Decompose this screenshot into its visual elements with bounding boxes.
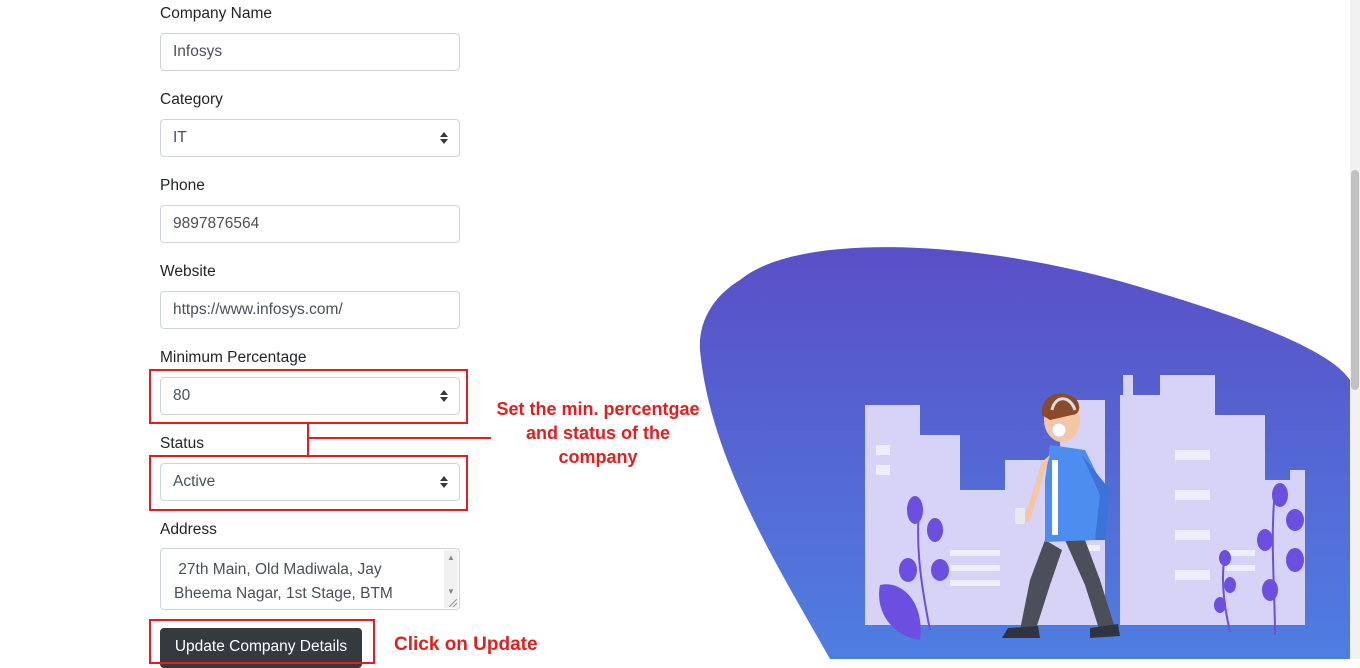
website-input[interactable]: https://www.infosys.com/ <box>160 291 460 329</box>
page-scrollbar-thumb[interactable] <box>1351 170 1359 390</box>
resize-grip-icon[interactable] <box>449 599 457 607</box>
annotation-box-status <box>149 455 468 511</box>
walking-man-city-illustration <box>699 247 1350 659</box>
company-name-value: Infosys <box>173 43 223 60</box>
phone-label: Phone <box>160 177 205 194</box>
annotation-box-percentage <box>149 369 468 424</box>
company-name-input[interactable]: Infosys <box>160 33 460 71</box>
scroll-down-icon: ▼ <box>447 587 455 596</box>
category-select[interactable]: IT <box>160 119 460 157</box>
scroll-up-icon: ▲ <box>447 553 455 562</box>
website-value: https://www.infosys.com/ <box>173 301 343 318</box>
address-textarea[interactable]: 27th Main, Old Madiwala, Jay Bheema Naga… <box>160 548 460 610</box>
phone-input[interactable]: 9897876564 <box>160 205 460 243</box>
website-label: Website <box>160 263 216 280</box>
annotation-text-percentage-status: Set the min. percentgae and status of th… <box>480 397 716 469</box>
annotation-connector-horizontal <box>307 437 491 439</box>
address-label: Address <box>160 521 217 538</box>
select-caret-icon <box>440 132 448 144</box>
category-value: IT <box>173 129 187 146</box>
annotation-line-3: company <box>558 447 638 467</box>
annotation-line-2: and status of the <box>525 423 670 443</box>
min-percentage-label: Minimum Percentage <box>160 349 307 366</box>
address-line-1: 27th Main, Old Madiwala, Jay <box>174 561 382 578</box>
company-name-label: Company Name <box>160 5 272 22</box>
category-label: Category <box>160 91 223 108</box>
address-line-2: Bheema Nagar, 1st Stage, BTM <box>174 585 393 602</box>
annotation-line-1: Set the min. percentgae <box>496 399 700 419</box>
status-label: Status <box>160 435 204 452</box>
annotation-connector-vertical <box>307 424 309 455</box>
annotation-box-update <box>149 619 375 664</box>
phone-value: 9897876564 <box>173 215 260 232</box>
page-scrollbar[interactable] <box>1350 0 1360 659</box>
annotation-text-update: Click on Update <box>394 634 538 655</box>
